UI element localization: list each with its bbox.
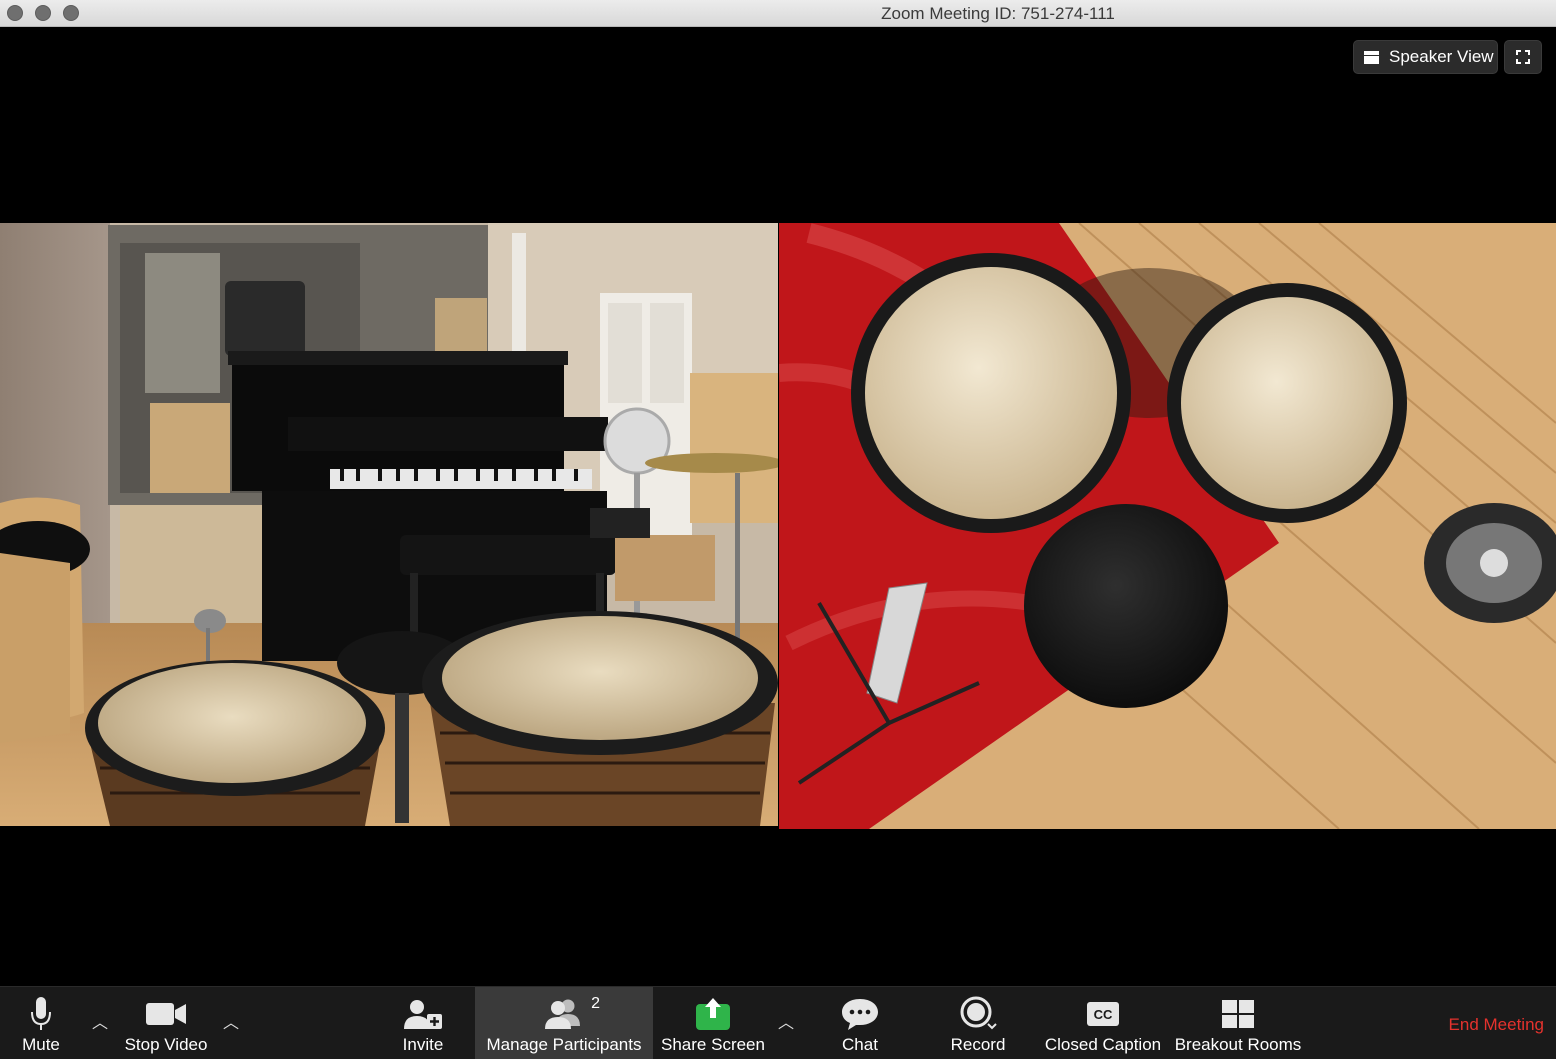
video-options-caret-icon[interactable]: ︿ bbox=[223, 1009, 239, 1033]
breakout-rooms-button[interactable]: Breakout Rooms bbox=[1172, 987, 1304, 1059]
participant-count-badge: 2 bbox=[591, 995, 600, 1012]
invite-button[interactable]: Invite bbox=[396, 987, 450, 1059]
add-person-icon bbox=[403, 995, 443, 1033]
chat-bubble-icon bbox=[840, 995, 880, 1033]
closed-caption-icon: CC bbox=[1086, 995, 1120, 1033]
record-icon bbox=[958, 995, 998, 1033]
share-options-caret-icon[interactable]: ︿ bbox=[778, 1009, 794, 1033]
mute-button[interactable]: Mute bbox=[12, 987, 70, 1059]
speaker-view-button[interactable]: Speaker View bbox=[1353, 40, 1498, 74]
manage-participants-label: Manage Participants bbox=[486, 1035, 642, 1054]
svg-text:CC: CC bbox=[1094, 1007, 1113, 1022]
record-button[interactable]: Record bbox=[944, 987, 1012, 1059]
chat-button[interactable]: Chat bbox=[834, 987, 886, 1059]
speaker-view-icon bbox=[1364, 50, 1379, 64]
chat-label: Chat bbox=[842, 1035, 878, 1054]
video-tile-participant-2[interactable] bbox=[779, 223, 1556, 829]
stop-video-button[interactable]: Stop Video bbox=[120, 987, 212, 1059]
video-tile-participant-1[interactable] bbox=[0, 223, 778, 826]
manage-participants-button[interactable]: 2 Manage Participants bbox=[475, 987, 653, 1059]
invite-label: Invite bbox=[402, 1035, 444, 1054]
share-screen-icon bbox=[695, 995, 731, 1033]
fullscreen-icon bbox=[1516, 50, 1530, 64]
record-label: Record bbox=[950, 1035, 1006, 1054]
meeting-toolbar: Mute ︿ Stop Video ︿ Invite 2 Manage Part… bbox=[0, 986, 1556, 1059]
breakout-rooms-icon bbox=[1221, 995, 1255, 1033]
end-meeting-button[interactable]: End Meeting bbox=[1449, 1015, 1544, 1035]
video-frame-studio bbox=[0, 223, 778, 826]
share-screen-button[interactable]: Share Screen bbox=[660, 987, 766, 1059]
breakout-rooms-label: Breakout Rooms bbox=[1174, 1035, 1302, 1054]
video-frame-overhead bbox=[779, 223, 1556, 829]
speaker-view-label: Speaker View bbox=[1389, 47, 1494, 66]
share-screen-label: Share Screen bbox=[661, 1035, 765, 1054]
mute-label: Mute bbox=[22, 1035, 60, 1054]
video-camera-icon bbox=[145, 995, 187, 1033]
microphone-icon bbox=[30, 995, 52, 1033]
stop-video-label: Stop Video bbox=[124, 1035, 208, 1054]
closed-caption-button[interactable]: CC Closed Caption bbox=[1042, 987, 1164, 1059]
title-bar: Zoom Meeting ID: 751-274-111 bbox=[0, 0, 1556, 27]
window-title: Zoom Meeting ID: 751-274-111 bbox=[881, 4, 1115, 23]
participants-icon: 2 bbox=[542, 995, 600, 1033]
fullscreen-button[interactable] bbox=[1504, 40, 1542, 74]
closed-caption-label: Closed Caption bbox=[1044, 1035, 1162, 1054]
audio-options-caret-icon[interactable]: ︿ bbox=[92, 1009, 108, 1033]
video-stage: Speaker View bbox=[0, 28, 1556, 986]
